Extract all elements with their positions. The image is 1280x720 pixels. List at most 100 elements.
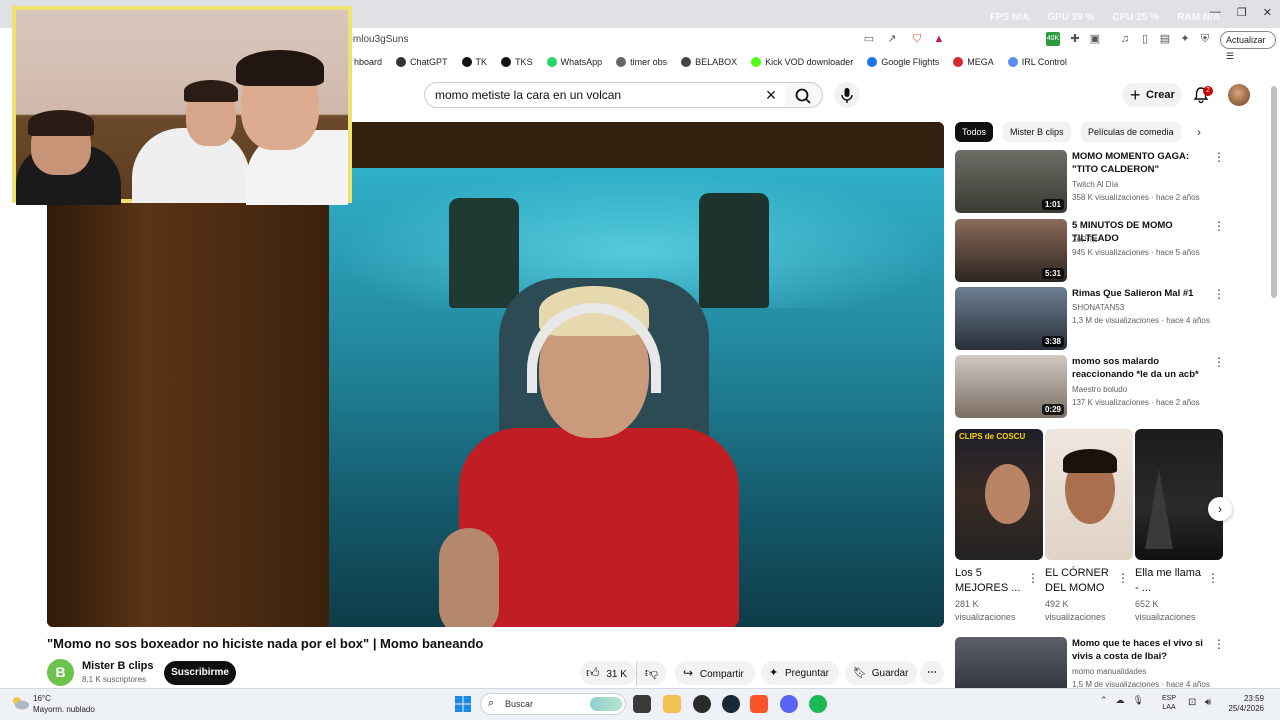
subscriber-count: 8,1 K suscriptores <box>82 675 147 684</box>
microphone-icon <box>841 88 853 103</box>
bookmark-item[interactable]: Kick VOD downloader <box>751 57 853 67</box>
steam-icon[interactable] <box>722 695 740 713</box>
wallet-icon[interactable]: ▤ <box>1158 32 1172 46</box>
share-icon[interactable]: ↗ <box>885 32 899 46</box>
bookmark-label: IRL Control <box>1021 57 1067 67</box>
extensions-icon[interactable]: ✚ <box>1068 32 1082 46</box>
share-button[interactable]: ↪ Compartir <box>675 661 755 685</box>
more-vertical-icon[interactable]: ⋮ <box>1027 571 1039 585</box>
page-scrollbar[interactable] <box>1271 86 1277 298</box>
sparkle-icon: ✦ <box>769 667 779 679</box>
search-input[interactable]: momo metiste la cara en un volcan <box>424 82 786 108</box>
search-button[interactable] <box>785 82 823 108</box>
channel-name[interactable]: Mister B clips <box>82 660 154 672</box>
ask-button[interactable]: ✦ Preguntar <box>761 661 839 685</box>
more-vertical-icon[interactable]: ⋮ <box>1213 150 1225 164</box>
system-clock[interactable]: 23:59 25/4/2026 <box>1224 694 1264 714</box>
short-title[interactable]: Ella me llama - ... <box>1135 566 1203 596</box>
weather-temperature[interactable]: 16°C <box>33 694 51 703</box>
more-vertical-icon[interactable]: ⋮ <box>1213 219 1225 233</box>
dislike-button[interactable]: 👎︎ <box>636 661 666 685</box>
like-button[interactable]: 👍︎ 31 K <box>580 661 636 685</box>
bookmark-item[interactable]: TK <box>461 57 487 67</box>
discord-icon[interactable] <box>780 695 798 713</box>
bookmark-item[interactable]: timer obs <box>616 57 667 67</box>
recommendation-item[interactable]: 1:01 MOMO MOMENTO GAGA: "TITO CALDERON" Tw… <box>955 150 1225 214</box>
update-button[interactable]: Actualizar ☰ <box>1220 31 1276 61</box>
bookmark-item[interactable]: MEGA <box>953 57 994 67</box>
chip-todos[interactable]: Todos <box>955 122 994 142</box>
short-thumbnail-2[interactable] <box>1045 429 1133 560</box>
cloud-icon[interactable]: ☁ <box>1116 695 1125 706</box>
recommendation-title: Rimas Que Salieron Mal #1 <box>1072 288 1194 299</box>
ai-icon[interactable]: ✦ <box>1178 32 1192 46</box>
bookmark-item[interactable]: BELABOX <box>681 57 737 67</box>
recommendation-item[interactable]: 0:29 momo sos malardo reaccionando *le da… <box>955 355 1225 419</box>
more-vertical-icon[interactable]: ⋮ <box>1207 571 1219 585</box>
subscribe-button[interactable]: Suscribirme <box>164 661 236 685</box>
save-button[interactable]: 🔖︎ Guardar <box>845 661 917 685</box>
chevron-up-icon[interactable]: ⌃ <box>1100 695 1108 706</box>
more-horizontal-icon: ⋯ <box>927 667 937 678</box>
windows-start-icon[interactable] <box>455 696 471 712</box>
more-vertical-icon[interactable]: ⋮ <box>1117 571 1129 585</box>
short-views: 652 K visualizaciones <box>1135 599 1196 622</box>
bookmark-item[interactable]: WhatsApp <box>546 57 602 67</box>
minimize-icon[interactable]: — <box>1210 6 1221 19</box>
brave-shield-icon[interactable]: ⛉ <box>910 32 924 46</box>
chip-mister-b-clips[interactable]: Mister B clips <box>1003 122 1071 142</box>
clear-search-icon[interactable]: × <box>762 84 780 106</box>
short-subject <box>985 464 1030 524</box>
chevron-right-icon[interactable]: › <box>1197 125 1201 139</box>
address-bar-url[interactable]: e-mlou3gSuns <box>344 30 864 50</box>
extension-40k-icon[interactable]: 40K <box>1046 32 1060 46</box>
voice-search-button[interactable] <box>834 82 860 108</box>
volume-icon[interactable]: 🔊︎ <box>1205 697 1211 708</box>
sidebar-icon[interactable]: ▯ <box>1138 32 1152 46</box>
recommendation-item[interactable]: 3:38 Rimas Que Salieron Mal #1 SHONATAN53 1… <box>955 287 1225 351</box>
short-title[interactable]: Los 5 MEJORES ... <box>955 566 1023 596</box>
search-icon <box>795 88 811 104</box>
video-duration: 1:01 <box>1041 199 1064 210</box>
chip-peliculas-de-comedia[interactable]: Películas de comedia <box>1081 122 1181 142</box>
rewards-icon[interactable]: ▲ <box>932 32 946 46</box>
bookmark-item[interactable]: Google Flights <box>867 57 939 67</box>
recommendation-channel: Maestro boludo <box>1072 385 1128 394</box>
input-language-indicator[interactable]: ESP LAA <box>1162 694 1176 712</box>
more-actions-button[interactable]: ⋯ <box>920 661 944 685</box>
recommendation-item[interactable]: 5:31 5 MINUTOS DE MOMO TILTEADO ZoPiTa 945 … <box>955 219 1225 283</box>
brave-browser-icon[interactable] <box>750 695 768 713</box>
like-count: 31 K <box>606 669 627 680</box>
account-avatar[interactable] <box>1228 84 1250 106</box>
bookmark-favicon-icon <box>867 57 878 67</box>
shorts-next-button[interactable]: › <box>1208 497 1232 521</box>
microphone-tray-icon[interactable]: 🎙︎ <box>1133 695 1144 706</box>
bookmark-item[interactable]: ChatGPT <box>396 57 448 67</box>
close-icon[interactable]: ✕ <box>1263 6 1272 19</box>
media-icon[interactable]: ▣ <box>1088 32 1102 46</box>
more-vertical-icon[interactable]: ⋮ <box>1213 355 1225 369</box>
maximize-icon[interactable]: ❐ <box>1237 6 1247 19</box>
task-view-icon[interactable] <box>633 695 651 713</box>
video-frame-top-strip <box>329 122 944 168</box>
short-title[interactable]: EL CÓRNER DEL MOMO <box>1045 566 1113 596</box>
spotify-icon[interactable] <box>809 695 827 713</box>
music-icon[interactable]: ♫ <box>1118 32 1132 46</box>
bookmark-item[interactable]: IRL Control <box>1007 57 1067 67</box>
channel-avatar[interactable]: B <box>47 659 74 686</box>
short-thumbnail-3[interactable] <box>1135 429 1223 560</box>
bookmark-item[interactable]: TKS <box>501 57 533 67</box>
file-explorer-icon[interactable] <box>663 695 681 713</box>
obs-icon[interactable] <box>693 695 711 713</box>
weather-description[interactable]: Mayorm. nublado <box>33 705 95 714</box>
plus-icon: + <box>1130 85 1141 105</box>
bookmark-label: ChatGPT <box>410 57 448 67</box>
bookmark-favicon-icon <box>751 57 762 67</box>
vpn-icon[interactable]: ⛨ <box>1198 32 1212 46</box>
install-icon[interactable]: ▭ <box>862 32 876 46</box>
gpu-readout: GPU 39 % <box>1047 12 1095 23</box>
network-icon[interactable]: ⊡ <box>1188 697 1196 708</box>
more-vertical-icon[interactable]: ⋮ <box>1213 637 1225 651</box>
more-vertical-icon[interactable]: ⋮ <box>1213 287 1225 301</box>
short-thumbnail-1[interactable]: CLIPS de COSCU <box>955 429 1043 560</box>
